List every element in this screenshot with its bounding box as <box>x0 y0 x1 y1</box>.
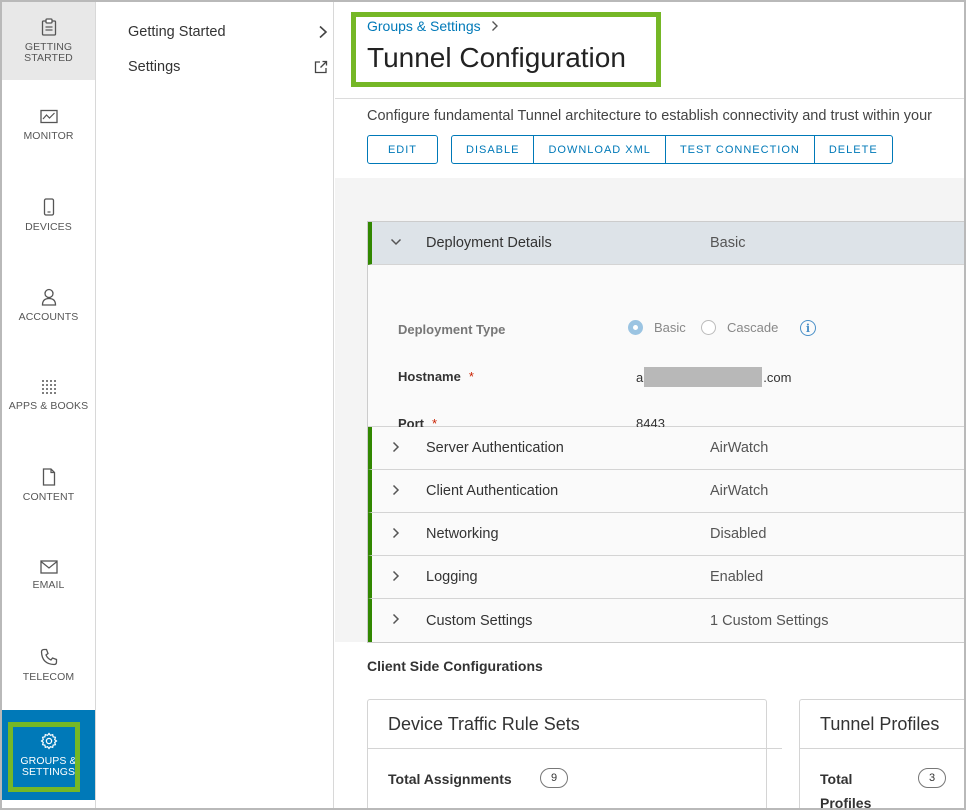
subnav-item-settings[interactable]: Settings <box>128 55 328 79</box>
accordion-value: Enabled <box>710 569 764 585</box>
radio-basic-circle <box>628 320 643 335</box>
accordion-label: Networking <box>426 526 499 542</box>
app-frame: GETTING STARTED MONITOR DEVICES ACCOUNTS… <box>0 0 966 810</box>
accordion-label: Custom Settings <box>426 612 533 629</box>
rail-item-telecom[interactable]: TELECOM <box>2 620 95 710</box>
subnav-label: Settings <box>128 59 181 75</box>
hostname-prefix: a <box>636 369 644 385</box>
accordion-label: Server Authentication <box>426 440 564 456</box>
accordion-label: Deployment Details <box>426 235 552 251</box>
card-title: Device Traffic Rule Sets <box>388 714 580 734</box>
radio-cascade-circle <box>701 320 716 335</box>
page-description: Configure fundamental Tunnel architectur… <box>367 108 933 124</box>
rail-label: TELECOM <box>22 670 75 683</box>
breadcrumb-link-groups-settings[interactable]: Groups & Settings <box>367 18 481 34</box>
secondary-nav: Getting Started Settings <box>96 2 334 808</box>
delete-button[interactable]: DELETE <box>815 136 892 163</box>
rail-item-apps-books[interactable]: APPS & BOOKS <box>2 350 95 440</box>
chevron-right-icon <box>392 570 400 582</box>
radio-cascade-label: Cascade <box>727 320 779 335</box>
rail-label: EMAIL <box>32 578 65 591</box>
rail-label: APPS & BOOKS <box>8 399 89 412</box>
hostname-suffix: .com <box>763 369 792 385</box>
external-link-icon <box>314 60 328 74</box>
user-icon <box>41 288 56 306</box>
tunnel-profiles-card: Tunnel Profiles Total Profiles 3 <box>799 699 964 810</box>
accordion-header-custom-settings[interactable]: Custom Settings 1 Custom Settings <box>368 599 964 642</box>
card-title: Tunnel Profiles <box>820 714 940 734</box>
accordion-label: Logging <box>426 569 478 585</box>
chevron-right-icon <box>392 441 400 453</box>
main-content: Groups & Settings Tunnel Configuration C… <box>335 2 964 810</box>
required-marker: * <box>468 369 474 384</box>
subnav-label: Getting Started <box>128 24 226 40</box>
accordion-value: AirWatch <box>710 483 769 499</box>
chevron-right-icon <box>392 484 400 496</box>
rail-item-email[interactable]: EMAIL <box>2 530 95 620</box>
page-title: Tunnel Configuration <box>367 42 626 73</box>
card-label: Total Profiles <box>820 771 872 810</box>
envelope-icon <box>39 559 58 574</box>
client-side-configurations-heading: Client Side Configurations <box>367 658 543 674</box>
highlight-box-rail <box>8 722 80 792</box>
device-traffic-rule-sets-card: Device Traffic Rule Sets Total Assignmen… <box>367 699 782 808</box>
accordion-value: 1 Custom Settings <box>710 612 829 629</box>
primary-nav-rail: GETTING STARTED MONITOR DEVICES ACCOUNTS… <box>2 2 96 808</box>
rail-item-devices[interactable]: DEVICES <box>2 170 95 260</box>
telephone-icon <box>40 648 57 665</box>
card-label: Total Assignments <box>388 771 512 787</box>
radio-basic-label: Basic <box>654 320 686 335</box>
rail-item-content[interactable]: CONTENT <box>2 440 95 530</box>
action-button-group: DISABLE DOWNLOAD XML TEST CONNECTION DEL… <box>451 135 893 164</box>
rail-item-monitor[interactable]: MONITOR <box>2 80 95 170</box>
rail-item-accounts[interactable]: ACCOUNTS <box>2 260 95 350</box>
count-badge: 3 <box>918 768 947 788</box>
clipboard-icon <box>41 18 56 36</box>
rail-label: CONTENT <box>22 490 75 503</box>
download-xml-button[interactable]: DOWNLOAD XML <box>534 136 666 163</box>
document-icon <box>42 467 55 486</box>
deployment-details-panel: Deployment Type Basic Cascade i Hostname… <box>368 265 964 431</box>
chevron-down-icon <box>390 238 402 246</box>
edit-button[interactable]: EDIT <box>367 135 438 164</box>
breadcrumb: Groups & Settings <box>367 18 499 34</box>
chevron-right-icon <box>392 527 400 539</box>
subnav-item-getting-started[interactable]: Getting Started <box>128 20 328 44</box>
accordion-value: Basic <box>710 235 746 251</box>
accordion-header-networking[interactable]: Networking Disabled <box>368 513 964 556</box>
rail-label: MONITOR <box>23 129 74 142</box>
accordion-header-server-authentication[interactable]: Server Authentication AirWatch <box>368 427 964 470</box>
accordion-value: Disabled <box>710 526 767 542</box>
chevron-right-icon <box>319 25 328 39</box>
hostname-label: Hostname * <box>398 369 474 384</box>
accordion-header-deployment-details[interactable]: Deployment Details Basic <box>368 222 964 265</box>
rail-label: DEVICES <box>25 220 72 233</box>
configuration-accordion: Deployment Details Basic Deployment Type… <box>367 221 964 643</box>
rail-item-getting-started[interactable]: GETTING STARTED <box>2 2 95 80</box>
radio-cascade[interactable]: Cascade <box>701 320 778 335</box>
phone-icon <box>43 197 54 216</box>
card-divider <box>800 748 964 749</box>
hostname-label-text: Hostname <box>398 369 461 384</box>
monitor-chart-icon <box>39 109 58 123</box>
accordion-label: Client Authentication <box>426 483 559 499</box>
header-divider <box>335 98 964 99</box>
radio-basic[interactable]: Basic <box>628 320 686 335</box>
info-icon[interactable]: i <box>800 320 816 336</box>
accordion-header-client-authentication[interactable]: Client Authentication AirWatch <box>368 470 964 513</box>
count-badge: 9 <box>540 768 569 788</box>
rail-label: GETTING STARTED <box>24 41 73 64</box>
rail-label: ACCOUNTS <box>18 310 79 323</box>
deployment-type-label: Deployment Type <box>398 322 506 337</box>
accordion-header-logging[interactable]: Logging Enabled <box>368 556 964 599</box>
chevron-right-icon <box>392 613 400 625</box>
apps-grid-icon <box>41 379 56 394</box>
hostname-value: a .com <box>636 367 791 387</box>
chevron-right-icon <box>491 21 498 31</box>
test-connection-button[interactable]: TEST CONNECTION <box>666 136 815 163</box>
accordion-value: AirWatch <box>710 440 769 456</box>
redacted-hostname <box>644 367 763 387</box>
disable-button[interactable]: DISABLE <box>452 136 535 163</box>
card-divider <box>368 748 782 749</box>
